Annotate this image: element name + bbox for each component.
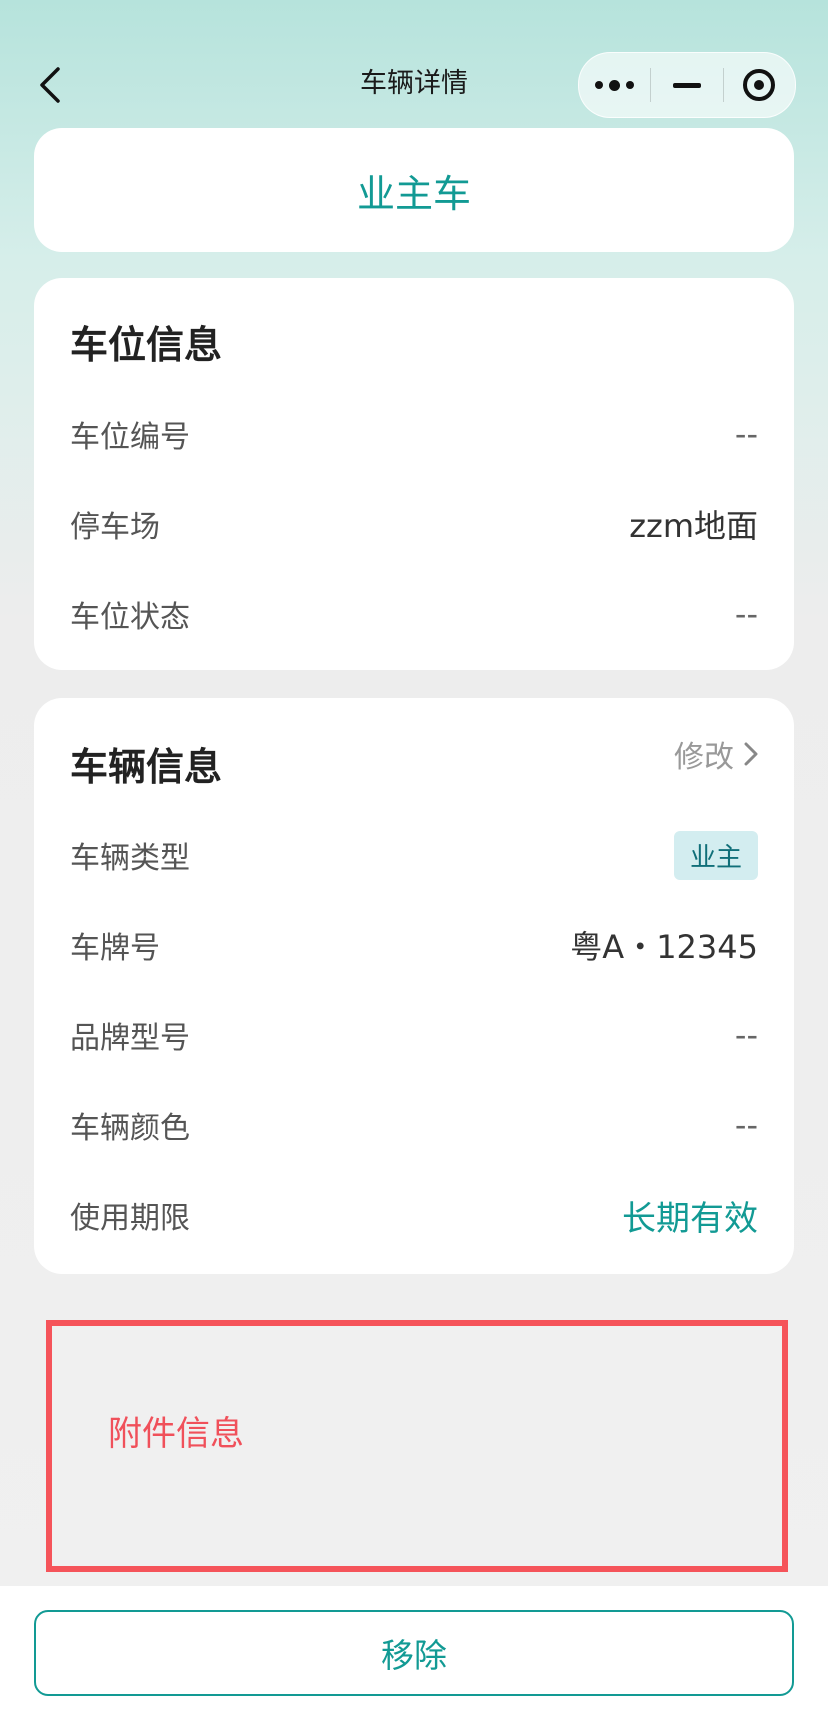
minimize-icon	[672, 82, 701, 88]
vehicle-row-plate: 车牌号 粤A・12345	[70, 920, 758, 970]
vehicle-row-brand: 品牌型号 --	[70, 1010, 758, 1060]
parking-info-title: 车位信息	[70, 323, 223, 367]
row-label: 车位编号	[70, 420, 190, 455]
target-circle-icon	[743, 69, 776, 101]
row-label: 车辆类型	[70, 841, 190, 876]
vehicle-row-validity: 使用期限 长期有效	[70, 1190, 758, 1240]
row-value: --	[734, 1016, 758, 1054]
attachments-section: 附件信息	[46, 1320, 788, 1572]
row-value: --	[734, 595, 758, 633]
row-value: 粤A・12345	[570, 928, 758, 966]
vehicle-info-card: 车辆信息 修改 车辆类型 业主 车牌号 粤A・12345 品牌型号 -- 车辆颜…	[34, 698, 794, 1274]
edit-label: 修改	[674, 740, 734, 775]
more-dots-icon	[595, 79, 635, 91]
parking-row-spot-number: 车位编号 --	[70, 409, 758, 459]
row-label: 车位状态	[70, 600, 190, 635]
row-label: 品牌型号	[70, 1021, 190, 1056]
parking-row-status: 车位状态 --	[70, 589, 758, 639]
row-value: --	[734, 1106, 758, 1144]
row-label: 使用期限	[70, 1201, 190, 1236]
more-button[interactable]	[579, 53, 650, 117]
vehicle-category-card: 业主车	[34, 128, 794, 252]
vehicle-info-title: 车辆信息	[70, 745, 223, 789]
attachments-title: 附件信息	[108, 1414, 244, 1454]
parking-info-card: 车位信息 车位编号 -- 停车场 zzm地面 车位状态 --	[34, 278, 794, 670]
minimize-button[interactable]	[651, 53, 722, 117]
row-value: --	[734, 415, 758, 453]
row-label: 车牌号	[70, 931, 160, 966]
remove-button[interactable]: 移除	[34, 1610, 794, 1696]
row-label: 车辆颜色	[70, 1111, 190, 1146]
row-label: 停车场	[70, 510, 160, 545]
bottom-action-bar: 移除	[0, 1586, 828, 1718]
row-value: 长期有效	[622, 1198, 758, 1239]
parking-row-lot: 停车场 zzm地面	[70, 499, 758, 549]
row-value: zzm地面	[629, 507, 758, 545]
close-program-button[interactable]	[724, 53, 795, 117]
vehicle-category-label: 业主车	[356, 171, 471, 216]
chevron-right-icon	[744, 742, 758, 766]
mini-program-capsule	[578, 52, 796, 118]
vehicle-row-type: 车辆类型 业主	[70, 830, 758, 880]
edit-vehicle-link[interactable]: 修改	[674, 732, 758, 776]
vehicle-type-badge: 业主	[673, 830, 758, 880]
vehicle-row-color: 车辆颜色 --	[70, 1100, 758, 1150]
